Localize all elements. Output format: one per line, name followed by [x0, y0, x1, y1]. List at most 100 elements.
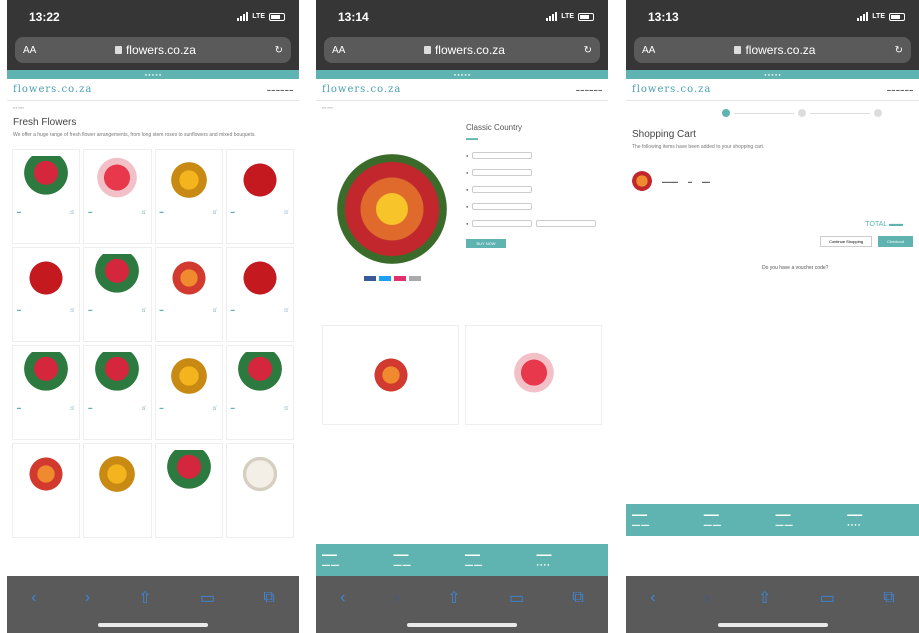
forward-icon[interactable]: › — [85, 589, 90, 607]
page-title: Fresh Flowers — [13, 117, 77, 128]
text-size-button[interactable]: AA — [23, 45, 36, 56]
product-image[interactable] — [22, 156, 71, 204]
product-card[interactable] — [154, 443, 223, 538]
bookmarks-icon[interactable]: ▭ — [200, 588, 215, 608]
checkout-button[interactable]: Checkout — [878, 236, 913, 247]
top-info-strip: ● ● ● ● ● — [316, 70, 608, 79]
product-image[interactable] — [93, 450, 142, 498]
product-image[interactable] — [22, 254, 71, 302]
option-time[interactable]: ● — [466, 203, 602, 210]
share-buttons[interactable] — [363, 275, 421, 281]
top-info-strip: ● ● ● ● ● — [7, 70, 299, 79]
tabs-icon[interactable]: ⧉ — [883, 589, 894, 607]
product-card[interactable] — [12, 443, 81, 538]
main-nav[interactable]: ▬ ▬ ▬ ▬ ▬ ▬ — [576, 88, 602, 92]
battery-icon — [889, 12, 905, 21]
breadcrumb[interactable]: ▪▪▪ ▪▪▪▪ — [7, 101, 299, 113]
price-row: ▬ 🛒 — [88, 405, 147, 410]
price-row: ▬ 🛒 — [230, 209, 290, 214]
cart-item-qty[interactable]: ▬ — [688, 179, 692, 184]
home-indicator[interactable] — [407, 623, 517, 627]
breadcrumb[interactable]: ▪▪▪ ▪▪▪▪ — [316, 101, 608, 113]
reload-icon[interactable]: ↻ — [275, 45, 283, 56]
price-row: ▬ 🛒 — [16, 307, 76, 312]
product-image[interactable] — [93, 254, 142, 302]
site-logo[interactable]: flowers.co.za — [322, 84, 401, 95]
product-image[interactable] — [22, 352, 71, 400]
product-card[interactable]: ▬ 🛒 — [154, 149, 223, 244]
product-card[interactable] — [225, 443, 294, 538]
address-bar[interactable]: AA flowers.co.za ↻ — [634, 37, 911, 63]
text-size-button[interactable]: AA — [642, 45, 655, 56]
cart-item-image[interactable] — [632, 171, 652, 191]
tabs-icon[interactable]: ⧉ — [263, 589, 274, 607]
back-icon[interactable]: ‹ — [650, 589, 655, 607]
site-logo[interactable]: flowers.co.za — [632, 84, 711, 95]
option-date[interactable]: ● — [466, 186, 602, 193]
related-image[interactable] — [509, 351, 558, 399]
home-indicator[interactable] — [717, 623, 828, 627]
share-icon[interactable]: ⇧ — [758, 588, 771, 608]
option-delivery[interactable]: ● — [466, 169, 602, 176]
related-card[interactable] — [465, 325, 602, 425]
main-nav[interactable]: ▬ ▬ ▬ ▬ ▬ ▬ — [887, 88, 913, 92]
footer-col: ▬▬▬ ▬▬ ▬▬ — [393, 552, 411, 567]
product-card[interactable]: ▬ 🛒 — [225, 149, 294, 244]
battery-icon — [269, 12, 285, 21]
product-card[interactable]: ▬ 🛒 — [12, 345, 81, 440]
product-card[interactable]: ▬ 🛒 — [12, 149, 81, 244]
url-display[interactable]: flowers.co.za — [734, 43, 815, 57]
continue-shopping-button[interactable]: Continue Shopping — [820, 236, 873, 247]
product-card[interactable]: ▬ 🛒 — [83, 247, 152, 342]
product-card[interactable]: ▬ 🛒 — [154, 345, 223, 440]
forward-icon[interactable]: › — [394, 589, 399, 607]
product-card[interactable]: ▬ 🛒 — [225, 247, 294, 342]
address-bar[interactable]: AA flowers.co.za ↻ — [15, 37, 291, 63]
back-icon[interactable]: ‹ — [31, 589, 36, 607]
buy-button[interactable]: BUY NOW — [466, 239, 506, 248]
product-image[interactable] — [235, 254, 284, 302]
product-card[interactable]: ▬ 🛒 — [83, 345, 152, 440]
main-nav[interactable]: ▬ ▬ ▬ ▬ ▬ ▬ — [267, 88, 293, 92]
bookmarks-icon[interactable]: ▭ — [820, 588, 835, 608]
option-extras[interactable]: ● — [466, 220, 602, 227]
product-image[interactable] — [164, 156, 213, 204]
reload-icon[interactable]: ↻ — [584, 45, 592, 56]
url-display[interactable]: flowers.co.za — [114, 43, 196, 57]
product-card[interactable]: ▬ 🛒 — [12, 247, 81, 342]
related-card[interactable] — [322, 325, 459, 425]
product-card[interactable]: ▬ 🛒 — [83, 149, 152, 244]
site-logo[interactable]: flowers.co.za — [13, 84, 92, 95]
footer-col: ▬▬▬ ▬▬ ▬▬ — [465, 552, 483, 567]
product-card[interactable] — [83, 443, 152, 538]
top-info-strip: ● ● ● ● ● — [626, 70, 919, 79]
bookmarks-icon[interactable]: ▭ — [509, 588, 524, 608]
share-icon[interactable]: ⇧ — [447, 588, 460, 608]
product-image[interactable] — [164, 352, 213, 400]
url-display[interactable]: flowers.co.za — [423, 43, 505, 57]
page-description: We offer a huge range of fresh flower ar… — [13, 132, 256, 138]
text-size-button[interactable]: AA — [332, 45, 345, 56]
product-image[interactable] — [164, 254, 213, 302]
reload-icon[interactable]: ↻ — [895, 45, 903, 56]
product-photo[interactable] — [337, 153, 447, 264]
share-icon[interactable]: ⇧ — [138, 588, 151, 608]
browser-address-area: AA flowers.co.za ↻ — [316, 33, 608, 70]
product-image[interactable] — [164, 450, 213, 498]
home-indicator[interactable] — [98, 623, 208, 627]
option-size[interactable]: ● — [466, 152, 602, 159]
back-icon[interactable]: ‹ — [340, 589, 345, 607]
product-image[interactable] — [235, 450, 284, 498]
product-card[interactable]: ▬ 🛒 — [225, 345, 294, 440]
product-image[interactable] — [93, 352, 142, 400]
product-image[interactable] — [235, 156, 284, 204]
tabs-icon[interactable]: ⧉ — [572, 589, 583, 607]
forward-icon[interactable]: › — [704, 589, 709, 607]
product-card[interactable]: ▬ 🛒 — [154, 247, 223, 342]
product-image[interactable] — [22, 450, 71, 498]
address-bar[interactable]: AA flowers.co.za ↻ — [324, 37, 600, 63]
related-image[interactable] — [366, 351, 415, 399]
url-text: flowers.co.za — [125, 43, 196, 57]
product-image[interactable] — [93, 156, 142, 204]
product-image[interactable] — [235, 352, 284, 400]
